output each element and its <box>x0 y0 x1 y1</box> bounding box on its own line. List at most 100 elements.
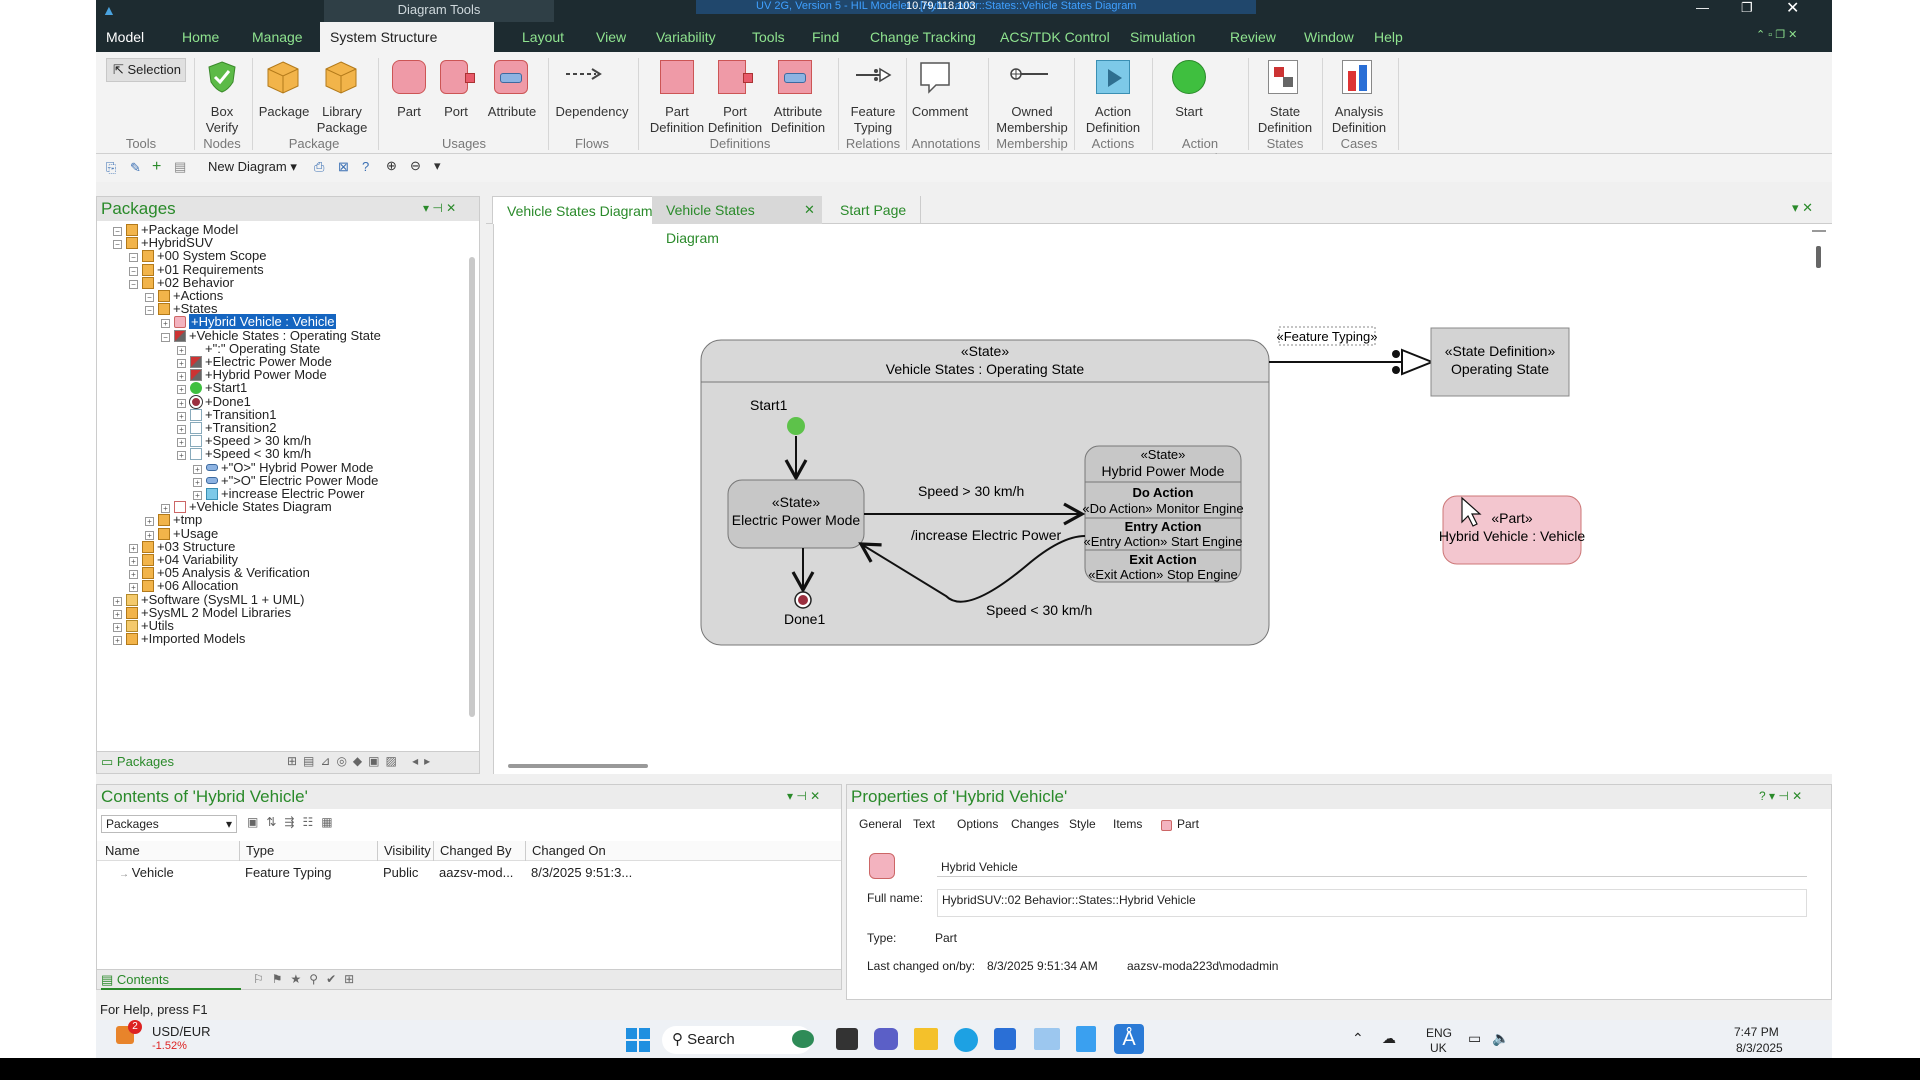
name-field[interactable]: Hybrid Vehicle <box>937 857 1807 877</box>
start-node[interactable] <box>787 417 805 435</box>
tree-item[interactable]: + +":" Operating State <box>177 342 320 355</box>
taskbar-search[interactable]: ⚲ Search <box>662 1026 812 1054</box>
contents-filter-select[interactable]: Packages ▾ <box>101 815 237 833</box>
clock-time[interactable]: 7:47 PM <box>1734 1025 1779 1039</box>
prop-tab-style[interactable]: Style <box>1069 817 1096 831</box>
expand-toggle-icon[interactable]: + <box>177 425 186 434</box>
expand-toggle-icon[interactable]: + <box>113 596 122 606</box>
start-button[interactable]: Start <box>1158 104 1220 120</box>
network-icon[interactable]: ▭ <box>1468 1030 1481 1047</box>
expand-toggle-icon[interactable]: + <box>193 477 202 487</box>
zoom-out-icon[interactable]: ⊖ <box>410 158 421 174</box>
prop-tab-part[interactable]: Part <box>1177 817 1199 831</box>
tab-simulation[interactable]: Simulation <box>1120 22 1205 52</box>
part-button[interactable]: Part <box>386 104 432 120</box>
tree-item[interactable]: − +01 Requirements <box>129 263 264 276</box>
tree-item[interactable]: − +02 Behavior <box>129 276 234 289</box>
new-diagram-dropdown[interactable]: New Diagram ▾ <box>208 159 297 175</box>
tree-item[interactable]: + +Electric Power Mode <box>177 355 332 368</box>
port-definition-button[interactable]: Port Definition <box>706 104 764 136</box>
owned-membership-button[interactable]: Owned Membership <box>996 104 1068 136</box>
expand-toggle-icon[interactable]: + <box>129 557 138 566</box>
tree-item[interactable]: + +Software (SysML 1 + UML) <box>113 593 305 606</box>
part-hybrid-vehicle[interactable]: «Part» Hybrid Vehicle : Vehicle <box>1439 495 1586 565</box>
clock-date[interactable]: 8/3/2025 <box>1736 1041 1783 1055</box>
expand-toggle-icon[interactable]: + <box>177 385 186 395</box>
expand-toggle-icon[interactable]: − <box>113 240 122 250</box>
tree-item[interactable]: + +Imported Models <box>113 632 245 646</box>
contents-footer-tools[interactable]: ⚐⚑★⚲✔⊞ <box>253 972 362 986</box>
expand-toggle-icon[interactable]: + <box>113 609 122 619</box>
zoom-in-icon[interactable]: ⊕ <box>386 158 397 174</box>
expand-toggle-icon[interactable]: + <box>145 517 154 527</box>
expand-toggle-icon[interactable]: + <box>161 504 170 514</box>
new-element-icon[interactable]: ⎘ <box>106 160 116 176</box>
tab-tools[interactable]: Tools <box>742 22 795 52</box>
expand-toggle-icon[interactable]: + <box>129 583 138 593</box>
panel-controls-icon[interactable]: ▾ ⊣ ✕ <box>423 201 456 215</box>
action-definition-button[interactable]: Action Definition <box>1080 104 1146 136</box>
tab-home[interactable]: Home <box>172 22 229 52</box>
close-icon[interactable]: ✕ <box>1786 0 1799 18</box>
prop-tab-changes[interactable]: Changes <box>1011 817 1059 831</box>
tab-window[interactable]: Window <box>1294 22 1364 52</box>
photos-icon[interactable] <box>1034 1028 1060 1050</box>
layout-icon[interactable]: ⊠ <box>338 159 349 175</box>
expand-toggle-icon[interactable]: + <box>113 623 122 632</box>
expand-toggle-icon[interactable]: − <box>129 266 138 276</box>
notepad-icon[interactable] <box>1076 1026 1096 1052</box>
tab-acs-tdk-control[interactable]: ACS/TDK Control <box>990 22 1120 52</box>
tree-item[interactable]: + +Transition1 <box>177 408 276 421</box>
toolbar-overflow-icon[interactable]: ▾ <box>434 158 441 174</box>
expand-toggle-icon[interactable]: + <box>177 438 186 448</box>
properties-panel-controls-icon[interactable]: ? ▾ ⊣ ✕ <box>1759 789 1802 803</box>
volume-icon[interactable]: 🔈 <box>1492 1030 1509 1047</box>
ribbon-window-controls[interactable]: ⌃ ▫ ❐ ✕ <box>1756 28 1797 41</box>
prop-tab-options[interactable]: Options <box>957 817 998 831</box>
expand-toggle-icon[interactable]: + <box>129 570 138 580</box>
expand-toggle-icon[interactable]: − <box>129 253 138 263</box>
prop-tab-general[interactable]: General <box>859 817 902 831</box>
tree-item[interactable]: + +04 Variability <box>129 553 238 566</box>
tree-item[interactable]: + +">O" Electric Power Mode <box>193 474 378 487</box>
tree-item[interactable]: + +Speed < 30 km/h <box>177 447 311 461</box>
tray-chevron-icon[interactable]: ⌃ <box>1352 1030 1364 1047</box>
edge-icon[interactable] <box>954 1028 978 1052</box>
help-icon[interactable]: ? <box>362 159 369 174</box>
expand-toggle-icon[interactable]: + <box>177 451 186 461</box>
feature-typing-connector[interactable] <box>1269 348 1435 376</box>
attribute-definition-button[interactable]: Attribute Definition <box>764 104 832 136</box>
tree-item[interactable]: − +00 System Scope <box>129 249 266 263</box>
language-top[interactable]: ENG <box>1426 1026 1452 1040</box>
tab-system-structure-diagram[interactable]: System Structure Diagram <box>320 22 494 75</box>
tree-item[interactable]: + +Transition2 <box>177 421 276 434</box>
minimize-icon[interactable]: — <box>1696 0 1709 15</box>
expand-toggle-icon[interactable]: + <box>177 411 186 421</box>
tab-manage[interactable]: Manage <box>242 22 313 52</box>
attribute-button[interactable]: Attribute <box>484 104 540 120</box>
tree-item[interactable]: − +States <box>145 302 217 316</box>
tree-item[interactable]: + +tmp <box>145 513 202 527</box>
state-hybrid-power-mode[interactable]: «State» Hybrid Power Mode Do Action «Do … <box>1082 445 1244 583</box>
col-visibility[interactable]: Visibility <box>377 841 431 861</box>
expand-toggle-icon[interactable]: − <box>113 227 122 236</box>
table-row[interactable]: → Vehicle Feature Typing Public aazsv-mo… <box>97 863 841 883</box>
tab-find[interactable]: Find <box>802 22 849 52</box>
tree-item[interactable]: + +"O>" Hybrid Power Mode <box>193 461 373 474</box>
analysis-definition-button[interactable]: Analysis Definition <box>1326 104 1392 136</box>
expand-toggle-icon[interactable]: + <box>177 345 186 355</box>
tab-review[interactable]: Review <box>1220 22 1286 52</box>
tree-item[interactable]: − +Actions <box>145 289 223 302</box>
state-definition-operating-state[interactable]: «State Definition» Operating State <box>1430 327 1570 397</box>
tree-item[interactable]: + +06 Allocation <box>129 579 238 593</box>
tab-variability[interactable]: Variability <box>646 22 726 52</box>
prop-tab-items[interactable]: Items <box>1113 817 1142 831</box>
packages-footer-tab[interactable]: ▭ Packages <box>101 754 174 770</box>
store-icon[interactable] <box>994 1028 1016 1050</box>
restore-icon[interactable]: ❐ <box>1741 0 1753 16</box>
windows-start-icon[interactable] <box>626 1028 650 1052</box>
expand-toggle-icon[interactable]: + <box>177 398 186 408</box>
tree-item[interactable]: + +increase Electric Power <box>193 487 364 500</box>
tab-layout[interactable]: Layout <box>512 22 574 52</box>
part-definition-button[interactable]: Part Definition <box>648 104 706 136</box>
